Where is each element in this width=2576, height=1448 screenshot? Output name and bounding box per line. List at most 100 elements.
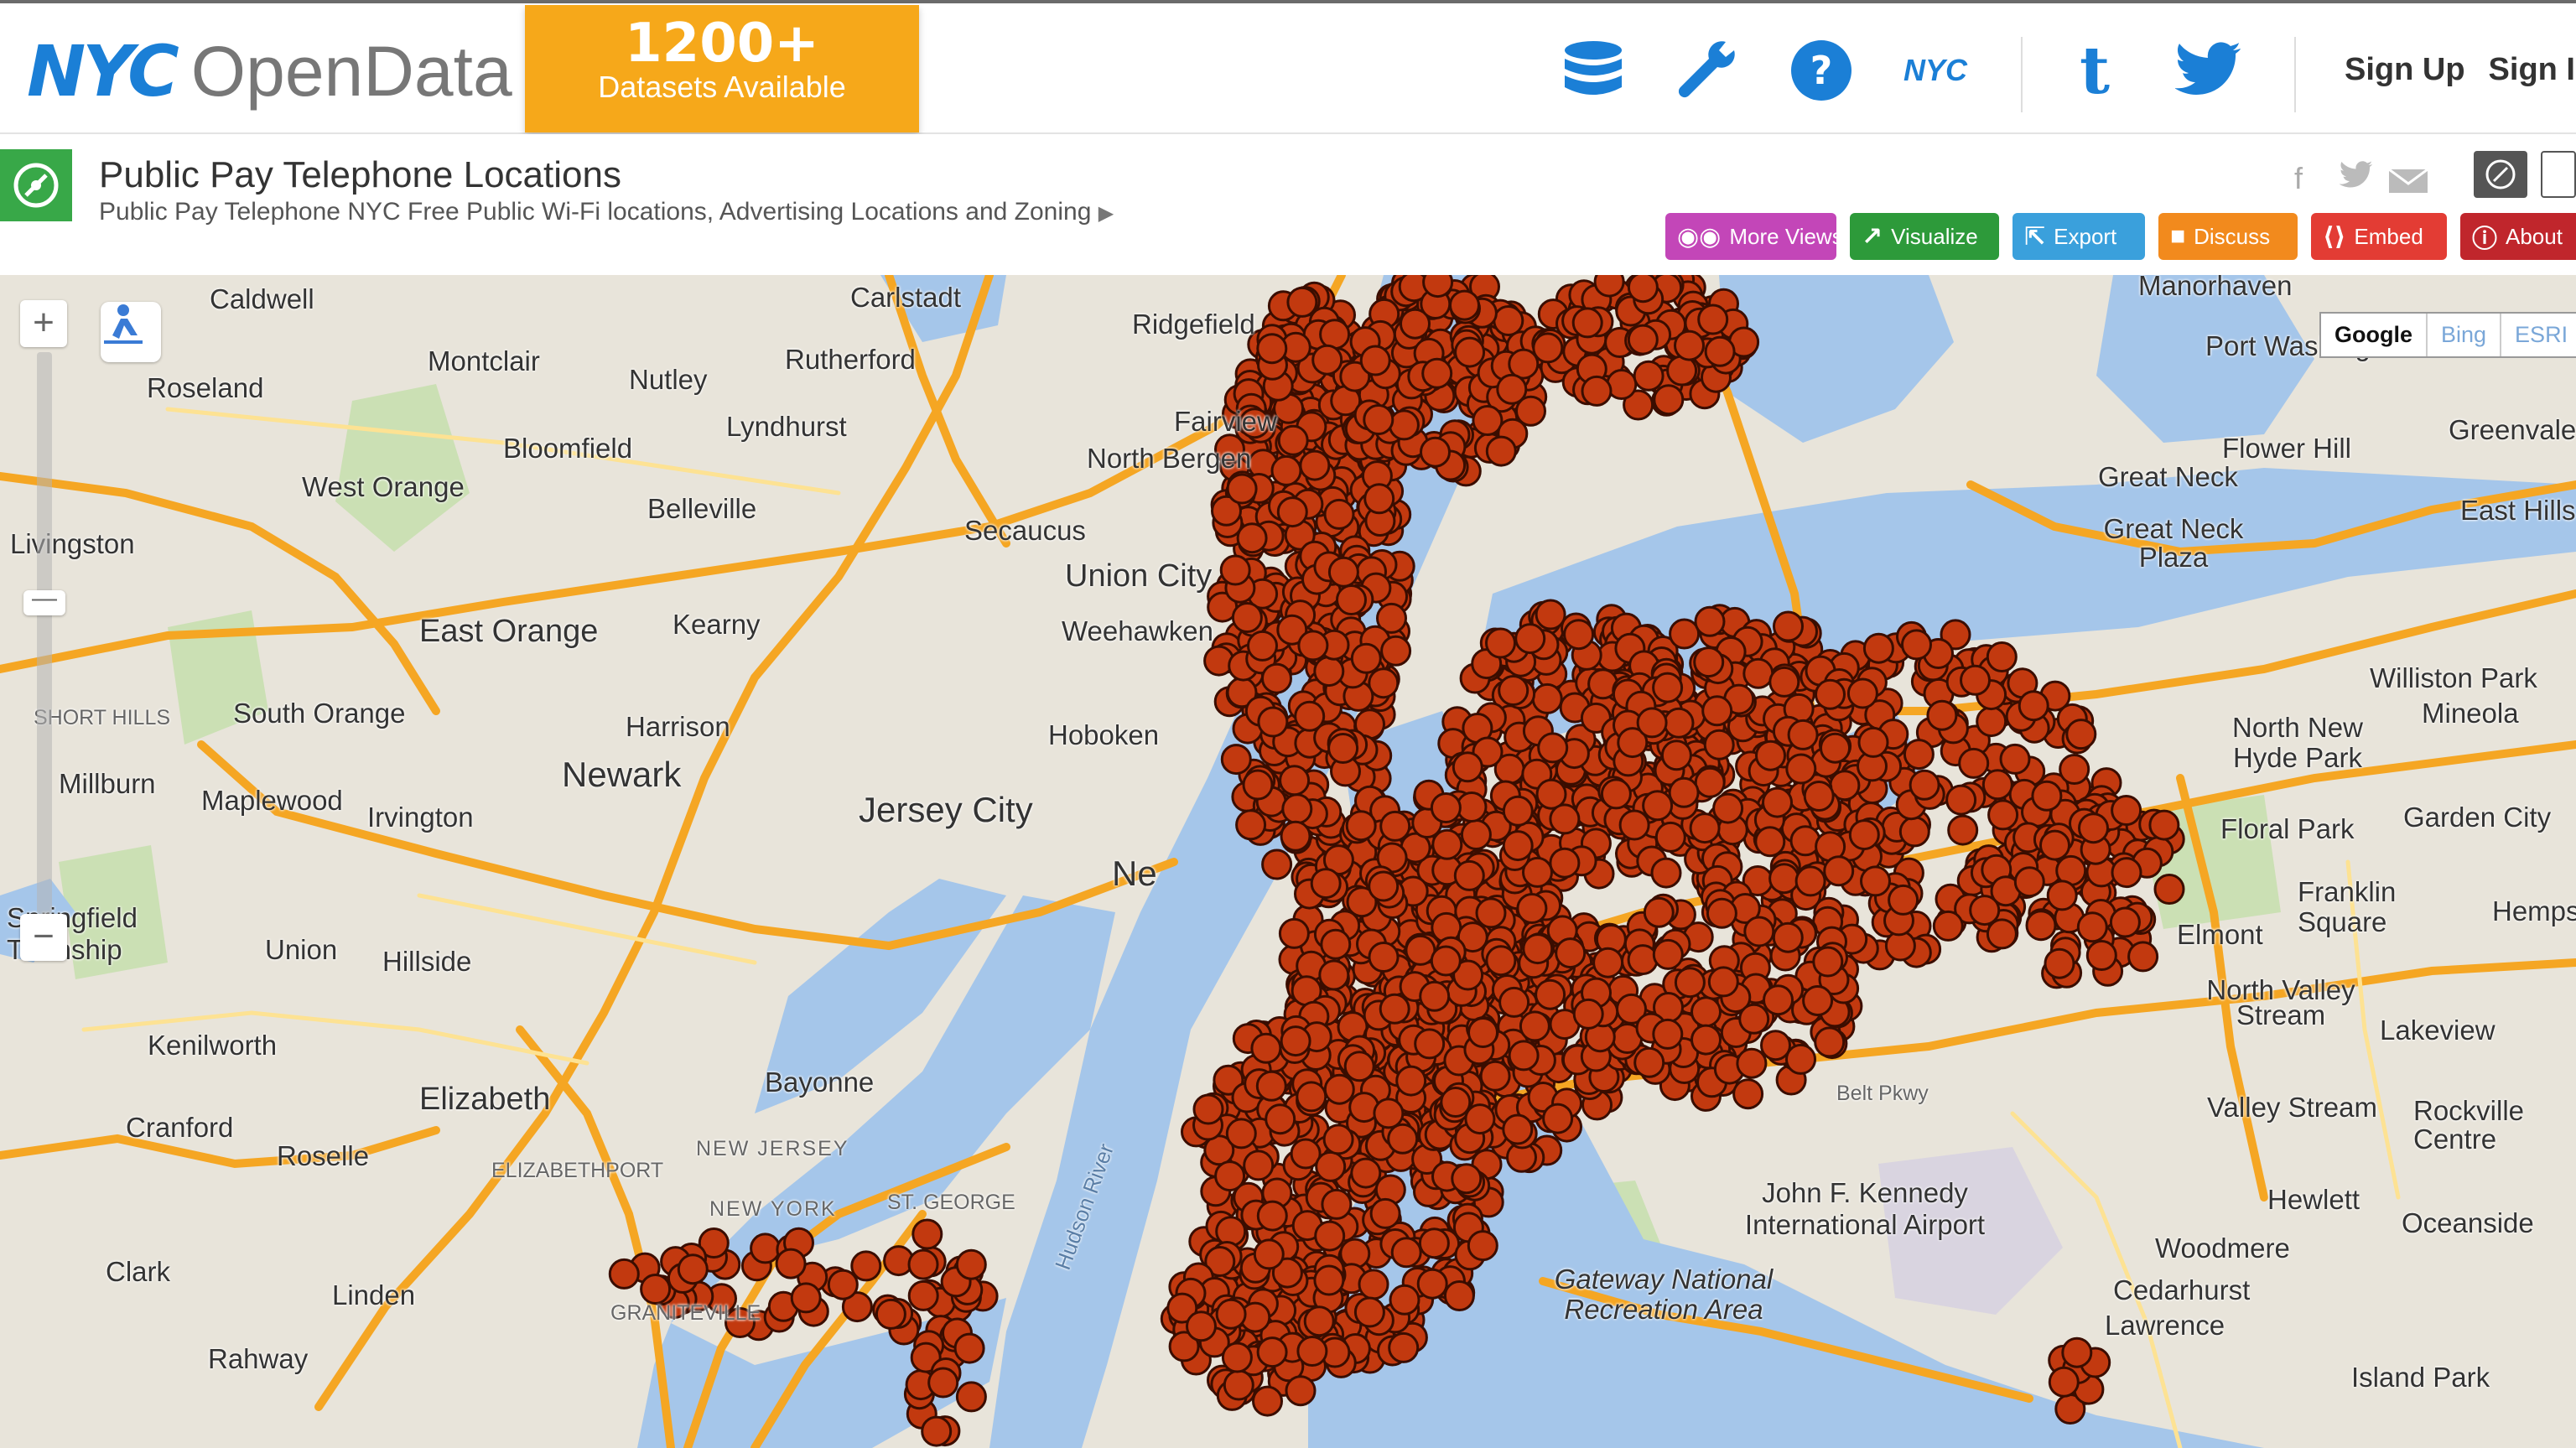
phone-location-marker[interactable] (1701, 695, 1733, 727)
zoom-out-button[interactable]: − (20, 914, 67, 961)
phone-location-marker[interactable] (1704, 335, 1736, 367)
phone-location-marker[interactable] (1265, 1103, 1296, 1135)
phone-location-marker[interactable] (1311, 344, 1343, 376)
phone-location-marker[interactable] (1220, 744, 1252, 776)
tumblr-icon[interactable]: t (2059, 33, 2130, 109)
phone-location-marker[interactable] (1456, 791, 1488, 823)
compass-icon[interactable] (2474, 151, 2527, 198)
phone-location-marker[interactable] (1654, 821, 1686, 853)
phone-location-marker[interactable] (875, 1298, 906, 1330)
phone-location-marker[interactable] (1803, 781, 1835, 812)
phone-location-marker[interactable] (1738, 1003, 1770, 1035)
phone-location-marker[interactable] (1359, 345, 1391, 376)
phone-location-marker[interactable] (1467, 1230, 1498, 1262)
phone-location-marker[interactable] (1693, 646, 1725, 678)
phone-location-marker[interactable] (1256, 333, 1288, 365)
phone-location-marker[interactable] (1336, 584, 1367, 615)
phone-location-marker[interactable] (1652, 672, 1684, 703)
phone-location-marker[interactable] (1633, 1046, 1665, 1078)
phone-location-marker[interactable] (850, 1250, 882, 1282)
phone-location-marker[interactable] (1319, 319, 1351, 350)
phone-location-marker[interactable] (907, 1279, 939, 1311)
phone-location-marker[interactable] (1703, 729, 1735, 760)
phone-location-marker[interactable] (1496, 373, 1528, 405)
phone-location-marker[interactable] (1286, 286, 1318, 318)
phone-location-marker[interactable] (953, 1332, 985, 1364)
phone-location-marker[interactable] (1453, 859, 1485, 891)
phone-location-marker[interactable] (1414, 1028, 1446, 1060)
phone-location-marker[interactable] (1430, 945, 1462, 977)
phone-location-marker[interactable] (1857, 726, 1889, 758)
phone-location-marker[interactable] (1257, 706, 1289, 738)
phone-location-marker[interactable] (1294, 700, 1326, 732)
phone-location-marker[interactable] (1593, 275, 1625, 298)
phone-location-marker[interactable] (1697, 304, 1729, 335)
phone-location-marker[interactable] (1255, 1070, 1287, 1102)
phone-location-marker[interactable] (1261, 662, 1292, 694)
visualize-button[interactable]: ↗ Visualize (1850, 213, 1999, 260)
phone-location-marker[interactable] (1315, 1150, 1347, 1182)
phone-location-marker[interactable] (1674, 967, 1706, 999)
phone-location-marker[interactable] (1498, 675, 1530, 706)
phone-location-marker[interactable] (1276, 496, 1308, 528)
phone-location-marker[interactable] (1815, 678, 1846, 710)
phone-location-marker[interactable] (1694, 766, 1726, 798)
export-button[interactable]: ⇱ Export (2012, 213, 2145, 260)
phone-location-marker[interactable] (1694, 605, 1726, 637)
phone-location-marker[interactable] (1214, 1160, 1246, 1192)
phone-location-marker[interactable] (1280, 1025, 1311, 1057)
phone-location-marker[interactable] (955, 1248, 987, 1280)
phone-location-marker[interactable] (1888, 884, 1919, 916)
phone-location-marker[interactable] (1475, 897, 1507, 929)
phone-location-marker[interactable] (1508, 1040, 1540, 1072)
phone-location-marker[interactable] (1563, 619, 1595, 651)
phone-location-marker[interactable] (2085, 940, 2117, 971)
phone-location-marker[interactable] (1502, 1113, 1534, 1145)
phone-location-marker[interactable] (1555, 937, 1587, 969)
phone-location-marker[interactable] (1600, 778, 1632, 810)
dataset-description[interactable]: Public Pay Telephone NYC Free Public Wi-… (99, 198, 1114, 226)
phone-location-marker[interactable] (1986, 641, 2018, 672)
more-views-button[interactable]: ◉◉ More Views (1665, 213, 1843, 260)
phone-location-marker[interactable] (1903, 739, 1935, 771)
phone-location-marker[interactable] (2046, 880, 2078, 911)
phone-location-marker[interactable] (1636, 707, 1668, 739)
phone-location-marker[interactable] (907, 1248, 939, 1280)
phone-location-marker[interactable] (1668, 776, 1700, 808)
phone-location-marker[interactable] (1379, 993, 1410, 1025)
about-button[interactable]: ⓘ About (2460, 213, 2576, 260)
phone-location-marker[interactable] (2013, 866, 2045, 898)
phone-location-marker[interactable] (1416, 1268, 1448, 1300)
phone-location-marker[interactable] (1387, 1123, 1419, 1155)
phone-location-marker[interactable] (1653, 384, 1685, 416)
phone-location-marker[interactable] (1277, 424, 1309, 456)
sign-in-link[interactable]: Sign In (2489, 52, 2576, 87)
phone-location-marker[interactable] (1303, 1305, 1335, 1337)
phone-location-marker[interactable] (1223, 1369, 1254, 1401)
phone-location-marker[interactable] (1535, 599, 1566, 631)
phone-location-marker[interactable] (2065, 719, 2097, 750)
phone-location-marker[interactable] (1256, 1200, 1288, 1232)
phone-location-marker[interactable] (1987, 799, 2019, 831)
phone-location-marker[interactable] (1310, 868, 1342, 900)
phone-location-marker[interactable] (1388, 409, 1420, 441)
phone-location-marker[interactable] (1242, 769, 1274, 801)
phone-location-marker[interactable] (1281, 793, 1313, 825)
phone-location-marker[interactable] (1627, 324, 1659, 356)
embed-button[interactable]: ⟨⟩ Embed (2311, 213, 2447, 260)
phone-location-marker[interactable] (955, 1381, 987, 1413)
phone-location-marker[interactable] (1706, 897, 1737, 929)
phone-location-marker[interactable] (1549, 847, 1581, 879)
phone-location-marker[interactable] (1742, 657, 1774, 689)
phone-location-marker[interactable] (1464, 1103, 1496, 1135)
phone-location-marker[interactable] (2018, 690, 2049, 722)
phone-location-marker[interactable] (1350, 1157, 1382, 1189)
phone-location-marker[interactable] (1537, 732, 1569, 764)
zoom-in-button[interactable]: + (20, 300, 67, 347)
phone-location-marker[interactable] (1373, 1098, 1405, 1129)
phone-location-marker[interactable] (1243, 1150, 1275, 1181)
phone-location-marker[interactable] (1235, 809, 1267, 841)
phone-location-marker[interactable] (1323, 1073, 1355, 1105)
phone-location-marker[interactable] (1787, 719, 1819, 750)
phone-location-marker[interactable] (1353, 1296, 1385, 1328)
